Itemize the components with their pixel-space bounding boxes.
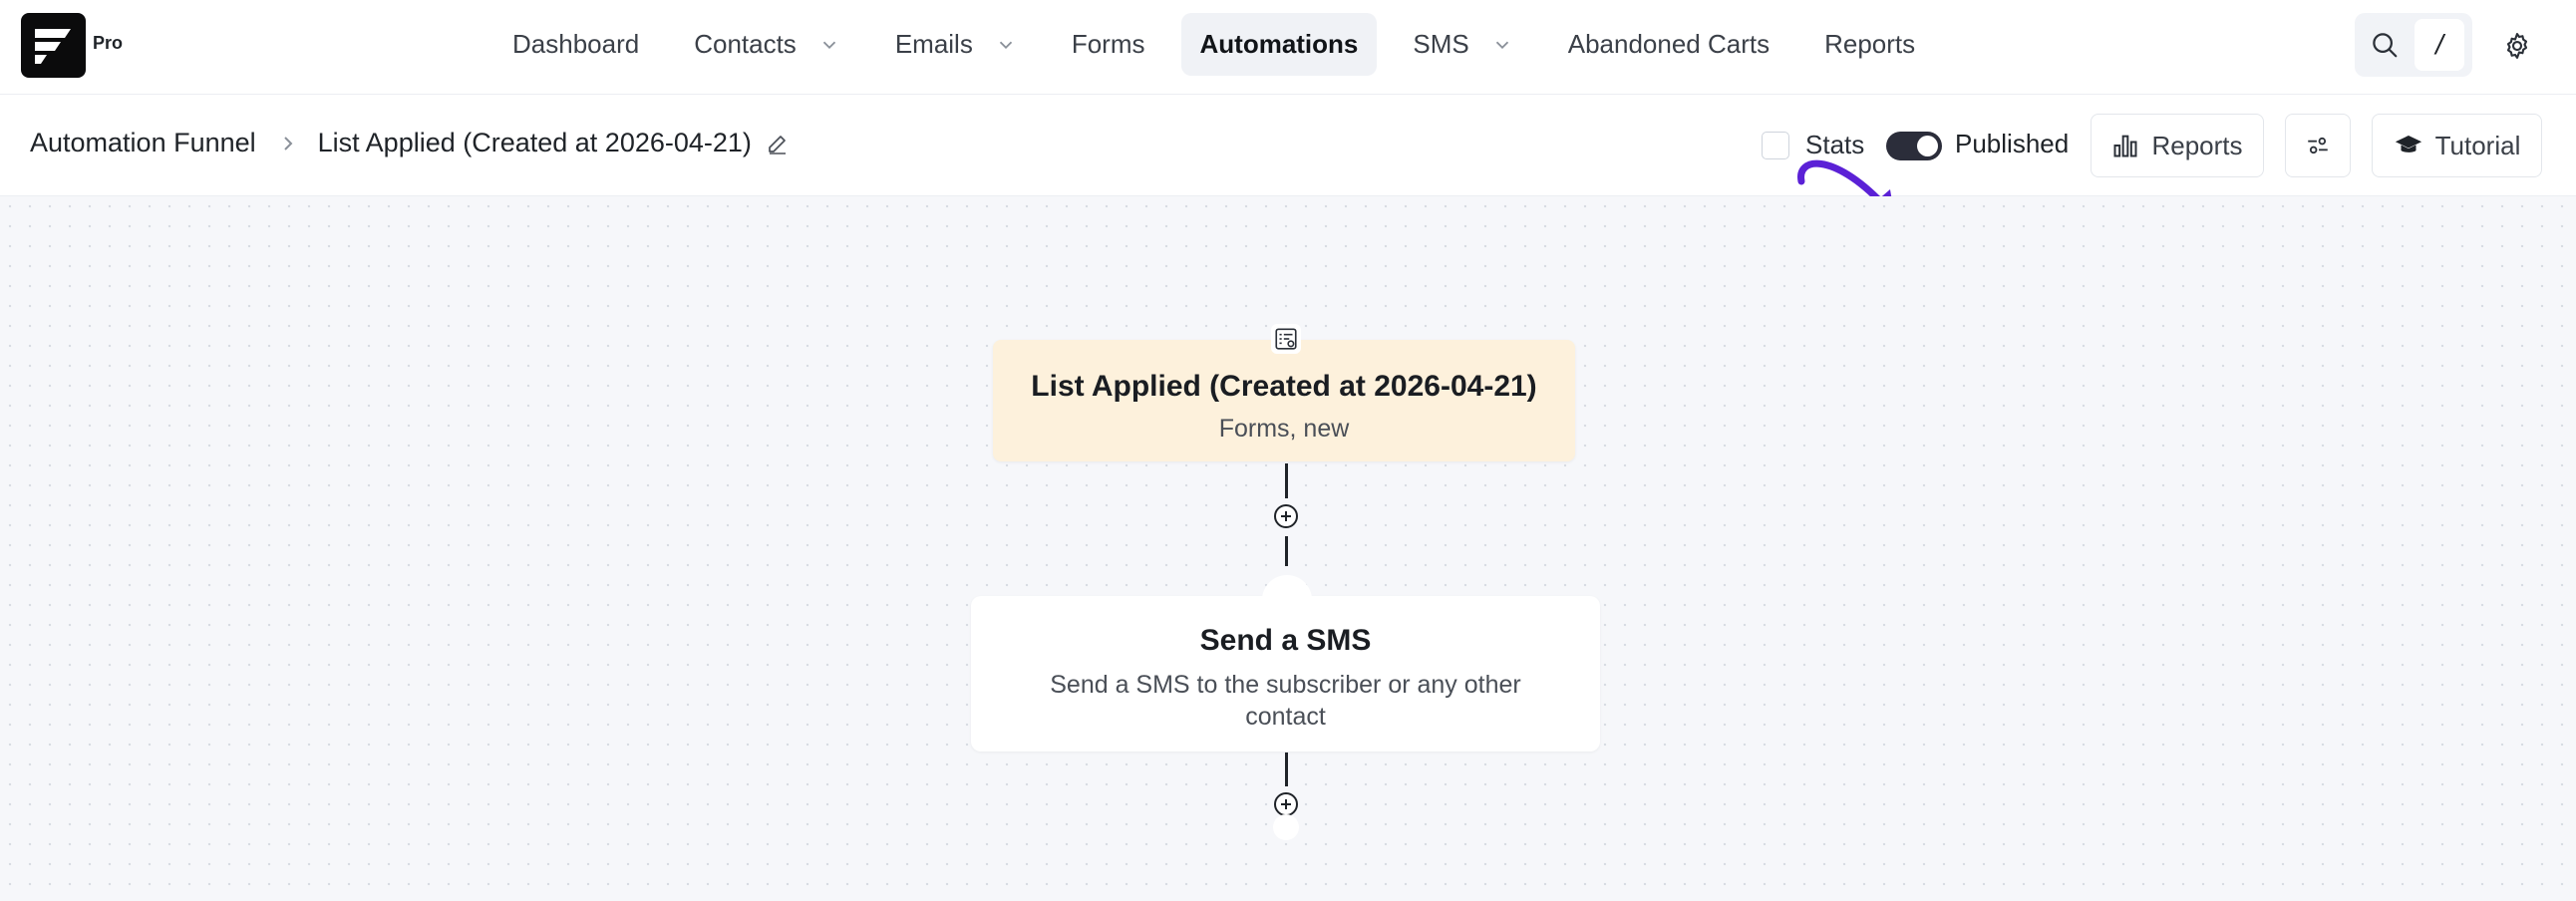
connector-line [1285,752,1288,786]
connector-handle [1262,575,1312,625]
trigger-node[interactable]: List Applied (Created at 2026-04-21) For… [993,340,1575,461]
nav-label: Reports [1824,29,1916,59]
pencil-icon[interactable] [766,132,790,155]
nav-label: Abandoned Carts [1567,29,1771,59]
nav-item-contacts[interactable]: Contacts [675,13,859,76]
funnel-end-marker [1273,814,1299,840]
nav-item-forms[interactable]: Forms [1053,13,1164,76]
nav-label: Dashboard [512,29,640,59]
chevron-down-icon [822,41,835,49]
action-description: Send a SMS to the subscriber or any othe… [1050,671,1521,731]
gear-icon [2506,33,2528,59]
nav-item-abandoned-carts[interactable]: Abandoned Carts [1549,13,1788,76]
brand-logo[interactable] [21,13,86,78]
nav-label: Emails [894,29,973,59]
main-menu: Dashboard Contacts Emails Forms Automati… [493,13,1951,76]
breadcrumb: Automation Funnel List Applied (Created … [30,128,790,158]
search-button[interactable] [2355,13,2415,77]
nav-item-dashboard[interactable]: Dashboard [493,13,658,76]
nav-label: Contacts [694,29,797,59]
reports-button[interactable]: Reports [2091,114,2264,177]
breadcrumb-root[interactable]: Automation Funnel [30,128,256,158]
nav-item-sms[interactable]: SMS [1394,13,1531,76]
nav-label: Forms [1071,29,1145,59]
bar-chart-icon [2113,135,2137,157]
nav-label: SMS [1413,29,1469,59]
add-step-button[interactable] [1274,792,1298,816]
sliders-icon [2308,137,2328,154]
stats-checkbox[interactable] [1762,132,1789,159]
reports-button-label: Reports [2151,130,2243,160]
search-area: / [2355,13,2472,77]
nav-item-automations[interactable]: Automations [1180,13,1378,76]
action-title: Send a SMS [1199,624,1372,657]
tutorial-button-label: Tutorial [2434,130,2521,160]
funnel-canvas[interactable]: List Applied (Created at 2026-04-21) For… [0,196,2576,901]
pro-badge: Pro [93,33,124,53]
search-icon [2373,33,2398,58]
search-shortcut-key: / [2415,19,2464,71]
tutorial-button[interactable]: Tutorial [2372,114,2542,177]
top-navigation: Pro Dashboard Contacts Emails Forms Auto… [0,0,2576,95]
nav-item-emails[interactable]: Emails [876,13,1036,76]
chevron-down-icon [1495,41,1508,49]
nav-item-reports[interactable]: Reports [1805,13,1934,76]
brand-logo-icon [35,29,71,64]
graduation-cap-icon [2395,136,2421,152]
trigger-subtitle: Forms, new [1218,415,1350,443]
plus-icon [1281,799,1291,809]
funnel-settings-button[interactable] [2285,114,2351,177]
breadcrumb-current: List Applied (Created at 2026-04-21) [317,128,752,157]
published-label: Published [1955,129,2070,158]
trigger-title: List Applied (Created at 2026-04-21) [1031,370,1537,403]
connector-line [1285,463,1288,498]
list-icon [1275,328,1297,350]
plus-icon [1281,511,1291,521]
chevron-down-icon [999,41,1012,49]
add-step-button[interactable] [1274,504,1298,528]
trigger-type-badge [1271,324,1301,354]
connector-line [1285,536,1288,566]
nav-label: Automations [1199,29,1359,59]
chevron-right-icon [283,136,293,150]
funnel-header: Automation Funnel List Applied (Created … [0,96,2576,225]
settings-button[interactable] [2497,26,2537,66]
